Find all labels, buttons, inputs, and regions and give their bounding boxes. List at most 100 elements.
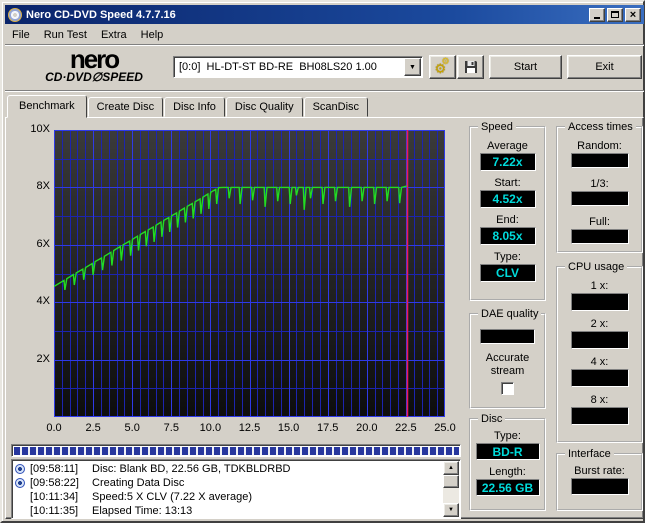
options-button[interactable]: ⚙ ⚙ bbox=[429, 55, 456, 79]
access-full-value bbox=[570, 229, 629, 244]
gears-icon: ⚙ ⚙ bbox=[434, 56, 450, 76]
menu-item-help[interactable]: Help bbox=[134, 27, 171, 43]
title-bar: Nero CD-DVD Speed 4.7.7.16 × bbox=[5, 5, 644, 24]
speed-type-value: CLV bbox=[479, 264, 536, 282]
disc-panel: Disc Type: BD-R Length: 22.56 GB bbox=[469, 412, 546, 511]
disc-icon bbox=[15, 478, 30, 488]
app-icon bbox=[8, 7, 22, 22]
cpu-1-x-value bbox=[570, 293, 629, 311]
progress-fill bbox=[14, 447, 459, 455]
cpu-1-x-label: 1 x: bbox=[590, 280, 609, 292]
log-timestamp: [09:58:11] bbox=[30, 463, 79, 475]
log-listbox[interactable]: [09:58:11] Disc: Blank BD, 22.56 GB, TDKB… bbox=[11, 459, 461, 519]
disc-type-label: Type: bbox=[494, 430, 521, 442]
log-message: Disc: Blank BD, 22.56 GB, TDKBLDRBD bbox=[92, 463, 291, 475]
access-random-label: Random: bbox=[577, 140, 622, 152]
cpu-usage-panel-title: CPU usage bbox=[565, 260, 628, 274]
cpu-8-x-value bbox=[570, 407, 629, 425]
interface-panel: Interface Burst rate: bbox=[556, 447, 643, 511]
close-icon: × bbox=[629, 8, 637, 21]
cpu-usage-panel: CPU usage 1 x: 2 x: 4 x: 8 x: bbox=[556, 260, 643, 443]
accurate-stream-checkbox[interactable] bbox=[501, 382, 514, 395]
speed-chart bbox=[54, 130, 445, 417]
disc-panel-title: Disc bbox=[478, 412, 506, 426]
scroll-up-button[interactable]: ▲ bbox=[443, 461, 459, 475]
close-button[interactable]: × bbox=[625, 7, 641, 22]
access-times-panel: Access times Random: 1/3: Full: bbox=[556, 120, 643, 253]
disc-icon bbox=[15, 464, 30, 474]
disc-length-value: 22.56 GB bbox=[475, 479, 540, 496]
toolbar: nero CD·DVD∅SPEED [0:0] HL-DT-ST BD-RE B… bbox=[5, 46, 644, 90]
speed-end-label: End: bbox=[496, 214, 519, 226]
disc-type-value: BD-R bbox=[475, 443, 540, 460]
log-message: Elapsed Time: 13:13 bbox=[92, 505, 193, 517]
log-row: [10:11:35] Elapsed Time: 13:13 bbox=[15, 504, 440, 518]
log-timestamp: [10:11:34] bbox=[30, 491, 79, 503]
x-tick-label: 17.5 bbox=[316, 422, 339, 434]
chevron-down-icon[interactable]: ▼ bbox=[404, 58, 421, 76]
x-tick-label: 20.0 bbox=[356, 422, 378, 434]
log-scrollbar[interactable]: ▲ ▼ bbox=[443, 461, 459, 517]
tab-scandisc[interactable]: ScanDisc bbox=[303, 97, 369, 117]
speed-panel: Speed Average 7.22x Start: 4.52x End: 8.05x Ty… bbox=[469, 120, 546, 301]
access-full-label: Full: bbox=[589, 216, 610, 228]
scrollbar-thumb[interactable] bbox=[443, 475, 459, 488]
x-tick-label: 7.5 bbox=[163, 422, 179, 434]
speed-end-value: 8.05x bbox=[479, 227, 536, 245]
minimize-button[interactable] bbox=[589, 7, 605, 22]
y-tick-label: 10X bbox=[30, 123, 50, 135]
field-cpu-2-x: 2 x: bbox=[570, 318, 629, 349]
field-disc-length: Length: 22.56 GB bbox=[475, 466, 540, 496]
tab-benchmark[interactable]: Benchmark bbox=[7, 95, 87, 118]
x-tick-label: 10.0 bbox=[199, 422, 222, 434]
menu-item-file[interactable]: File bbox=[5, 27, 37, 43]
menu-item-extra[interactable]: Extra bbox=[94, 27, 134, 43]
field-access-random: Random: bbox=[570, 140, 629, 168]
interface-panel-title: Interface bbox=[565, 447, 614, 461]
x-tick-label: 0.0 bbox=[46, 422, 62, 434]
field-interface-burst-rate: Burst rate: bbox=[570, 465, 629, 495]
dae-quality-value bbox=[480, 329, 535, 344]
accurate-stream-label: Accurate bbox=[485, 352, 530, 364]
log-row: [09:58:11] Disc: Blank BD, 22.56 GB, TDKB… bbox=[15, 462, 440, 476]
speed-average-label: Average bbox=[487, 140, 528, 152]
menu-bar: File Run Test Extra Help bbox=[5, 25, 644, 44]
field-speed-start: Start: 4.52x bbox=[479, 177, 536, 208]
separator bbox=[5, 90, 644, 92]
exit-button[interactable]: Exit bbox=[567, 55, 642, 79]
y-tick-label: 6X bbox=[36, 237, 50, 250]
log-message: Creating Data Disc bbox=[92, 477, 185, 489]
tab-disc-quality[interactable]: Disc Quality bbox=[225, 97, 303, 117]
access-random-value bbox=[570, 153, 629, 168]
x-tick-label: 2.5 bbox=[85, 422, 101, 434]
tab-disc-info[interactable]: Disc Info bbox=[164, 97, 225, 117]
y-tick-label: 2X bbox=[36, 352, 50, 365]
log-timestamp: [10:11:35] bbox=[30, 505, 79, 517]
cddvdspeed-logo-text: CD·DVD∅SPEED bbox=[45, 70, 143, 84]
maximize-button[interactable] bbox=[607, 7, 623, 22]
start-button[interactable]: Start bbox=[489, 55, 562, 79]
field-speed-end: End: 8.05x bbox=[479, 214, 536, 245]
y-tick-label: 4X bbox=[36, 295, 50, 308]
field-cpu-4-x: 4 x: bbox=[570, 356, 629, 387]
nero-logo: nero CD·DVD∅SPEED bbox=[19, 46, 169, 84]
x-tick-label: 15.0 bbox=[277, 422, 300, 434]
menu-item-run-test[interactable]: Run Test bbox=[37, 27, 94, 43]
dae-quality-panel: DAE quality Accurate stream bbox=[469, 307, 546, 409]
disc-length-label: Length: bbox=[489, 466, 526, 478]
drive-select-value: [0:0] HL-DT-ST BD-RE BH08LS20 1.00 bbox=[179, 61, 377, 73]
speed-start-value: 4.52x bbox=[479, 190, 536, 208]
cpu-8-x-label: 8 x: bbox=[590, 394, 609, 406]
progress-bar bbox=[11, 444, 461, 457]
log-row: [10:11:34] Speed:5 X CLV (7.22 X average) bbox=[15, 490, 440, 504]
field-cpu-8-x: 8 x: bbox=[570, 394, 629, 425]
dae-quality-panel-title: DAE quality bbox=[478, 307, 542, 321]
interface-burst-rate-label: Burst rate: bbox=[574, 465, 625, 477]
drive-select[interactable]: [0:0] HL-DT-ST BD-RE BH08LS20 1.00 ▼ bbox=[173, 56, 423, 78]
save-button[interactable] bbox=[457, 55, 484, 79]
speed-type-label: Type: bbox=[494, 251, 521, 263]
x-tick-label: 22.5 bbox=[395, 422, 417, 434]
scroll-down-button[interactable]: ▼ bbox=[443, 503, 459, 517]
speed-panel-title: Speed bbox=[478, 120, 516, 134]
tab-create-disc[interactable]: Create Disc bbox=[87, 97, 164, 117]
